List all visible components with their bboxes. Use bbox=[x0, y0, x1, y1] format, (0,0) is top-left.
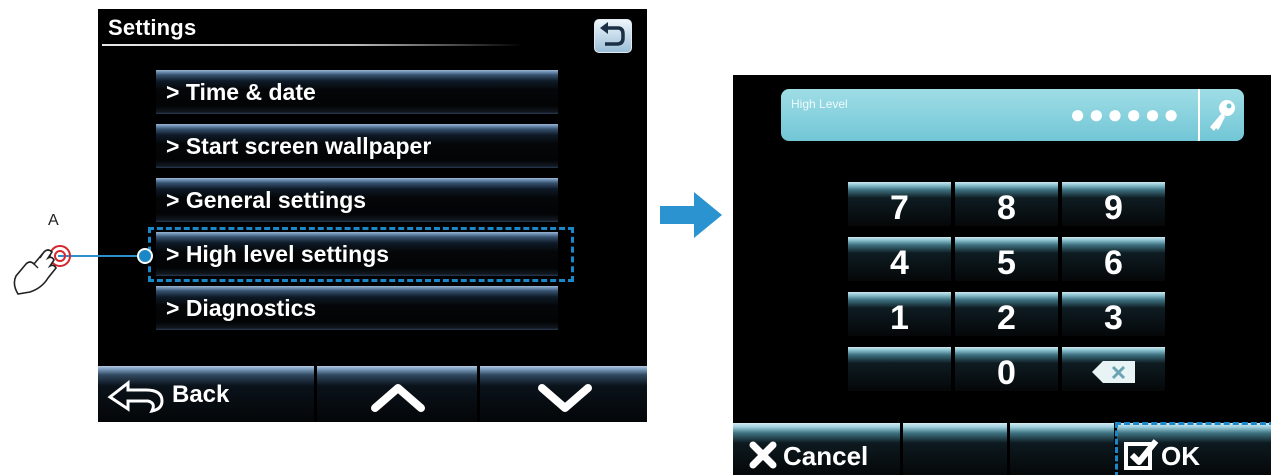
back-arrow-icon bbox=[107, 379, 164, 413]
key-3[interactable]: 3 bbox=[1062, 292, 1165, 337]
password-field[interactable]: High Level ●●●●●● bbox=[781, 89, 1244, 141]
scroll-up-button[interactable] bbox=[317, 366, 477, 422]
field-divider bbox=[1198, 89, 1200, 141]
callout-dot bbox=[137, 248, 153, 264]
key-5[interactable]: 5 bbox=[955, 237, 1058, 282]
cancel-label: Cancel bbox=[783, 441, 869, 471]
password-mask: ●●●●●● bbox=[1069, 99, 1182, 129]
backspace-icon bbox=[1091, 361, 1135, 383]
chevron-down-icon bbox=[538, 384, 592, 412]
menu-item-diagnostics[interactable]: > Diagnostics bbox=[156, 286, 558, 330]
keypad-screen: High Level ●●●●●● 7 8 9 4 5 6 1 2 3 0 Ca… bbox=[733, 75, 1271, 475]
key-4[interactable]: 4 bbox=[848, 237, 951, 282]
title-divider bbox=[102, 44, 522, 46]
back-label: Back bbox=[172, 381, 230, 408]
key-backspace[interactable] bbox=[1062, 347, 1165, 391]
settings-screen: Settings > Time & date > Start screen wa… bbox=[98, 9, 647, 422]
menu-item-start-screen-wallpaper[interactable]: > Start screen wallpaper bbox=[156, 124, 558, 168]
highlight-box bbox=[148, 227, 574, 282]
menu-item-time-date[interactable]: > Time & date bbox=[156, 70, 558, 114]
key-0[interactable]: 0 bbox=[955, 347, 1058, 392]
key-6[interactable]: 6 bbox=[1062, 237, 1165, 282]
key-1[interactable]: 1 bbox=[848, 292, 951, 337]
key-2[interactable]: 2 bbox=[955, 292, 1058, 337]
menu-item-general-settings[interactable]: > General settings bbox=[156, 178, 558, 222]
key-icon bbox=[1210, 100, 1235, 131]
key-blank bbox=[848, 347, 951, 391]
key-9[interactable]: 9 bbox=[1062, 182, 1165, 227]
highlight-box-ok bbox=[1115, 422, 1271, 475]
key-7[interactable]: 7 bbox=[848, 182, 951, 227]
password-label: High Level bbox=[791, 97, 848, 111]
return-icon bbox=[600, 22, 625, 46]
chevron-up-icon bbox=[371, 384, 425, 412]
arrow-right-icon bbox=[660, 192, 722, 238]
close-icon bbox=[749, 441, 777, 469]
back-button[interactable]: Back bbox=[98, 366, 314, 422]
key-8[interactable]: 8 bbox=[955, 182, 1058, 227]
page-title: Settings bbox=[108, 15, 197, 40]
return-button[interactable] bbox=[594, 19, 632, 53]
bottom-toolbar: Back bbox=[98, 366, 647, 422]
toolbar-blank-1 bbox=[903, 423, 1007, 475]
scroll-down-button[interactable] bbox=[480, 366, 647, 422]
toolbar-blank-2 bbox=[1010, 423, 1114, 475]
hand-tap-icon bbox=[13, 245, 71, 295]
